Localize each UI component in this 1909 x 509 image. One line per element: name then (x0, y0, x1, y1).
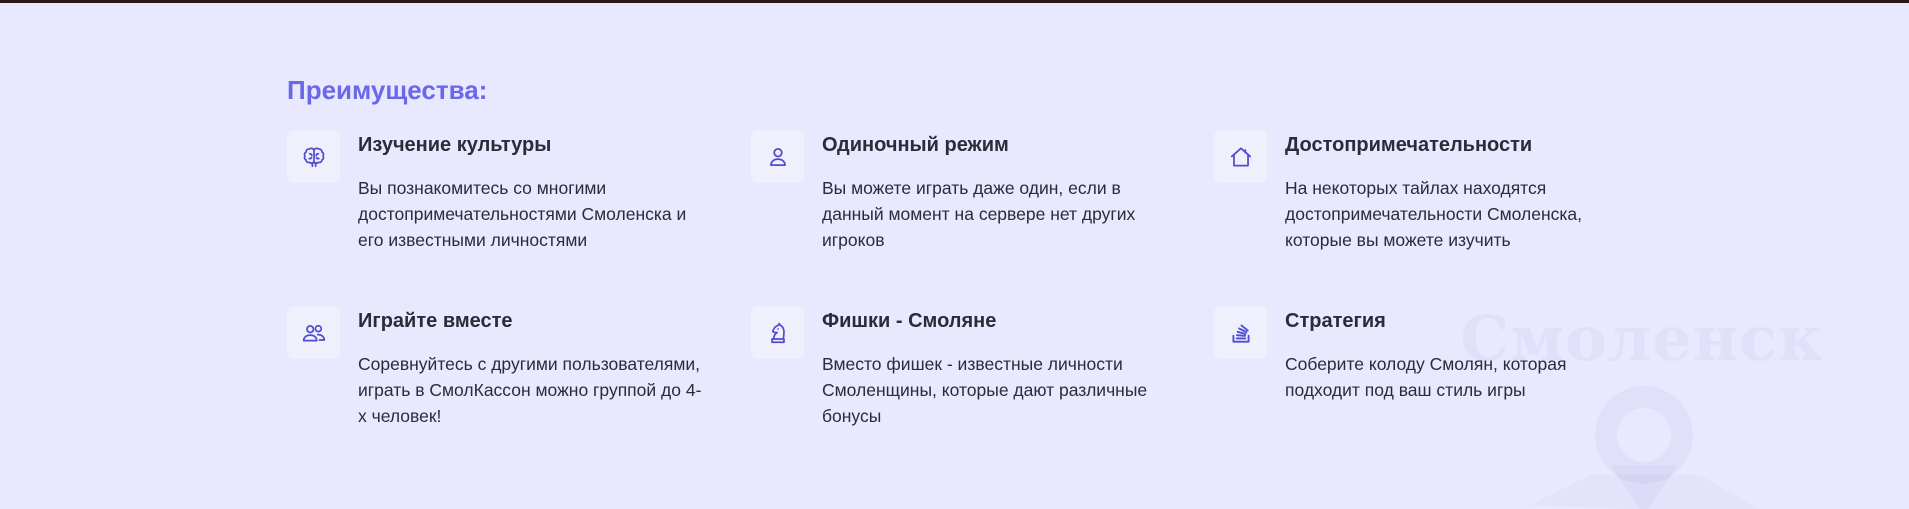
feature-card-culture: Изучение культуры Вы познакомитесь со мн… (287, 130, 687, 270)
feature-title: Фишки - Смоляне (822, 310, 997, 332)
feature-description: На некоторых тайлах находятся достоприме… (1285, 178, 1582, 250)
brain-icon (303, 146, 324, 167)
feature-title: Достопримечательности (1285, 134, 1533, 156)
feature-icon-box (287, 130, 340, 183)
home-icon (1230, 146, 1251, 167)
feature-card-strategy: Стратегия Соберите колоду Смолян, котора… (1214, 306, 1614, 446)
feature-card-landmarks: Достопримечательности На некоторых тайла… (1214, 130, 1614, 270)
chess-knight-icon (770, 322, 785, 343)
stack-icon (1231, 323, 1250, 343)
feature-description: Соревнуйтесь с другими пользователями, и… (358, 354, 702, 426)
feature-icon-box (1214, 306, 1267, 359)
feature-icon-box (751, 130, 804, 183)
feature-title: Одиночный режим (822, 134, 1009, 156)
advantages-section: Преимущества: Изучение культуры Вы позна… (287, 72, 1627, 426)
feature-card-play-together: Играйте вместе Соревнуйтесь с другими по… (287, 306, 701, 446)
feature-title: Изучение культуры (358, 134, 552, 156)
section-title: Преимущества: (287, 75, 488, 105)
feature-description: Соберите колоду Смолян, которая подходит… (1285, 354, 1567, 400)
users-icon (302, 324, 325, 341)
feature-title: Играйте вместе (358, 310, 513, 332)
feature-card-single-mode: Одиночный режим Вы можете играть даже од… (751, 130, 1151, 270)
user-icon (769, 147, 786, 166)
feature-description: Вы познакомитесь со многими достопримеча… (358, 178, 687, 250)
feature-icon-box (287, 306, 340, 359)
feature-icon-box (1214, 130, 1267, 183)
feature-card-pieces: Фишки - Смоляне Вместо фишек - известные… (751, 306, 1151, 446)
feature-description: Вместо фишек - известные личности Смолен… (822, 354, 1148, 426)
feature-icon-box (751, 306, 804, 359)
feature-description: Вы можете играть даже один, если в данны… (822, 178, 1136, 250)
top-divider (0, 0, 1909, 3)
feature-title: Стратегия (1285, 310, 1386, 332)
